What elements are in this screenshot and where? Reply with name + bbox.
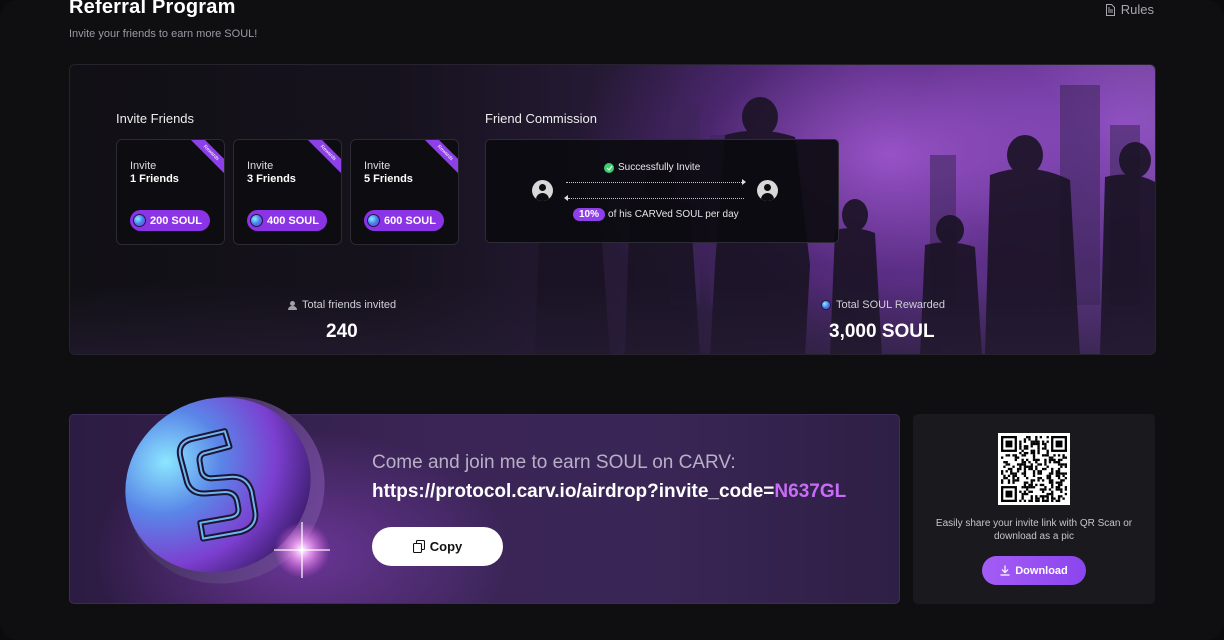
invite-card-count: 3 Friends xyxy=(247,173,296,185)
rewards-ribbon: Rewards xyxy=(186,140,224,178)
soul-coin-icon xyxy=(367,214,380,227)
rewards-ribbon: Rewards xyxy=(420,140,458,178)
reward-pill: 200 SOUL xyxy=(130,210,210,231)
invite-card-label: Invite xyxy=(364,160,391,172)
qr-share-card: Easily share your invite link with QR Sc… xyxy=(913,414,1155,604)
download-icon xyxy=(1000,565,1010,576)
soul-coin-icon xyxy=(250,214,263,227)
percent-badge: 10% xyxy=(573,208,606,221)
reward-amount: 200 SOUL xyxy=(150,214,202,227)
invite-card-label: Invite xyxy=(247,160,274,172)
soul-coin-illustration xyxy=(125,396,330,584)
qr-caption: Easily share your invite link with QR Sc… xyxy=(935,518,1133,542)
reward-pill: 600 SOUL xyxy=(364,210,444,231)
total-friends-value: 240 xyxy=(326,321,358,342)
commission-rate: 10% of his CARVed SOUL per day xyxy=(573,208,739,221)
hero-bottom-fade xyxy=(70,284,1155,354)
copy-button[interactable]: Copy xyxy=(372,527,503,566)
reward-amount: 600 SOUL xyxy=(384,214,436,227)
person-icon xyxy=(288,300,297,310)
total-soul-label-text: Total SOUL Rewarded xyxy=(836,299,946,311)
invite-friends-title: Invite Friends xyxy=(116,111,195,126)
total-soul-label: Total SOUL Rewarded xyxy=(821,299,945,311)
invite-link[interactable]: https://protocol.carv.io/airdrop?invite_… xyxy=(372,481,846,503)
friend-commission-title: Friend Commission xyxy=(485,111,597,126)
copy-icon xyxy=(412,540,425,553)
invite-code: N637GL xyxy=(774,481,847,502)
soul-coin-icon xyxy=(821,300,831,310)
total-soul-value: 3,000 SOUL xyxy=(829,321,935,342)
reward-amount: 400 SOUL xyxy=(267,214,319,227)
user-icon xyxy=(532,180,553,201)
invite-arrow-line xyxy=(566,182,742,183)
qr-code xyxy=(998,433,1070,505)
rewards-ribbon: Rewards xyxy=(303,140,341,178)
page-subtitle: Invite your friends to earn more SOUL! xyxy=(69,28,258,40)
invite-link-prefix: https://protocol.carv.io/airdrop?invite_… xyxy=(372,481,775,502)
arrow-right-icon xyxy=(742,179,746,185)
invite-card-3: Rewards Invite 5 Friends 600 SOUL xyxy=(350,139,459,245)
commission-diagram: Successfully Invite 10% of his CARVed SO… xyxy=(485,139,839,243)
invite-card-2: Rewards Invite 3 Friends 400 SOUL xyxy=(233,139,342,245)
page-title: Referral Program xyxy=(69,0,236,18)
referral-hero-panel: Invite Friends Rewards Invite 1 Friends … xyxy=(69,64,1156,355)
soul-coin-icon xyxy=(133,214,146,227)
invite-card-1: Rewards Invite 1 Friends 200 SOUL xyxy=(116,139,225,245)
share-message: Come and join me to earn SOUL on CARV: xyxy=(372,452,736,473)
check-icon xyxy=(604,162,614,173)
rules-label: Rules xyxy=(1120,2,1154,17)
success-indicator: Successfully Invite xyxy=(604,162,700,173)
arrow-left-icon xyxy=(564,195,568,201)
invite-card-count: 5 Friends xyxy=(364,173,413,185)
download-button[interactable]: Download xyxy=(982,556,1086,585)
commission-arrow-line xyxy=(568,198,744,199)
percent-description: of his CARVed SOUL per day xyxy=(608,209,739,220)
friend-user-icon xyxy=(757,180,778,201)
invite-card-label: Invite xyxy=(130,160,157,172)
rules-link[interactable]: Rules xyxy=(1105,2,1154,17)
document-icon xyxy=(1105,3,1115,16)
copy-label: Copy xyxy=(429,539,463,554)
page: Referral Program Invite your friends to … xyxy=(0,0,1224,640)
total-friends-label-text: Total friends invited xyxy=(302,299,397,311)
invite-card-count: 1 Friends xyxy=(130,173,179,185)
download-label: Download xyxy=(1015,564,1068,577)
success-text: Successfully Invite xyxy=(618,162,701,173)
reward-pill: 400 SOUL xyxy=(247,210,327,231)
qr-code-image xyxy=(1001,436,1068,503)
total-friends-label: Total friends invited xyxy=(288,299,396,311)
